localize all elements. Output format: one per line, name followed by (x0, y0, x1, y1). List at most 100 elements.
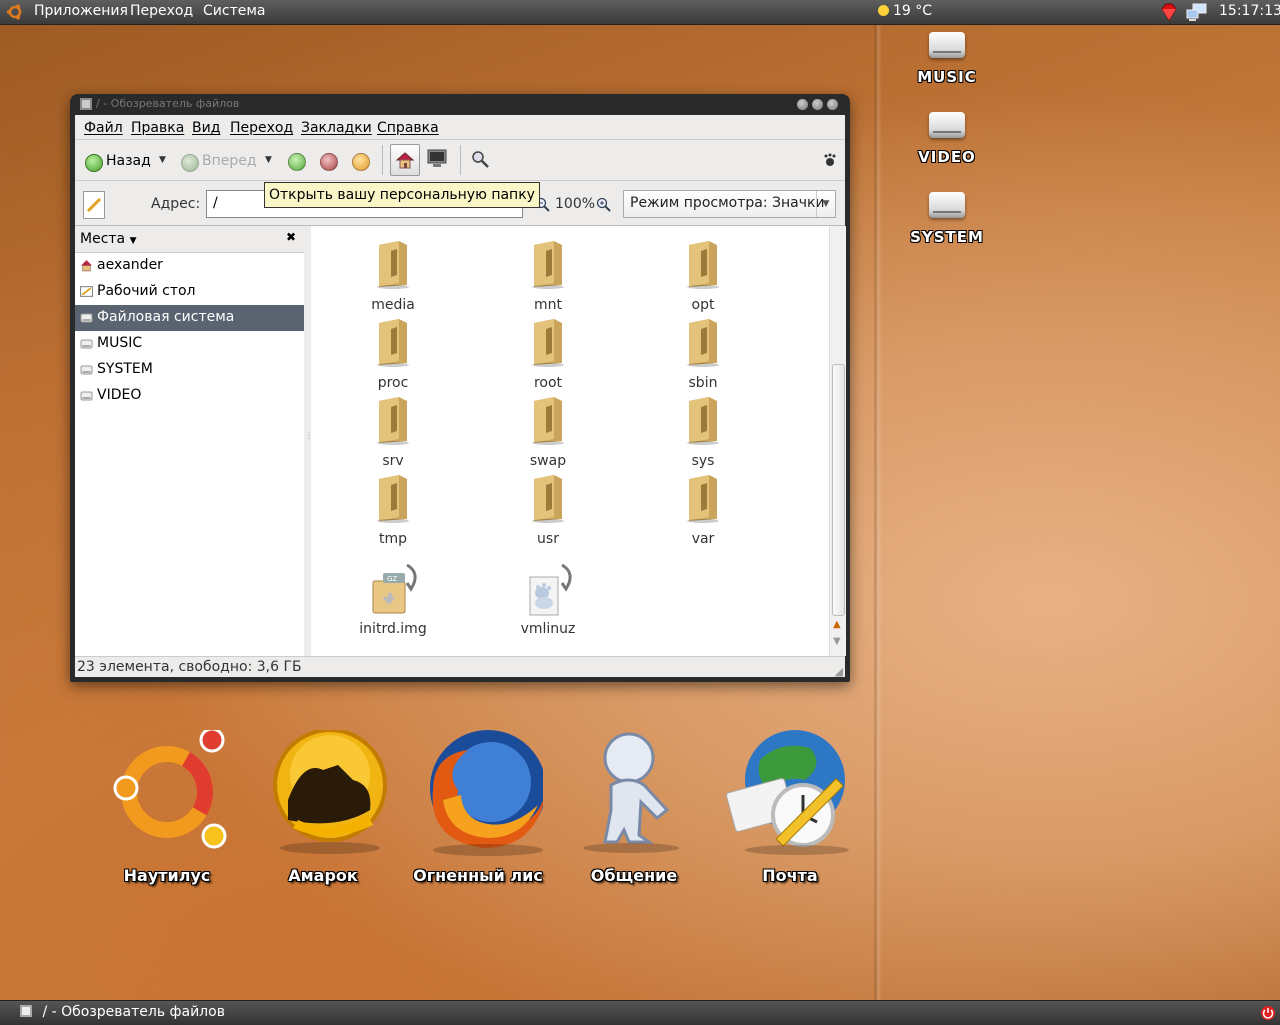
activity-footprint-icon (824, 153, 836, 166)
chevron-down-icon: ▼ (816, 191, 835, 217)
dock-item-mail[interactable]: Почта (715, 730, 865, 890)
scroll-up-icon[interactable]: ▲ (833, 619, 841, 630)
gem-icon[interactable] (1159, 2, 1179, 22)
dock-label: Огненный лис (413, 866, 543, 885)
dock-item-amarok[interactable]: Амарок (248, 728, 398, 890)
icon-view[interactable]: media mnt opt proc root sbin srv swap sy… (311, 226, 829, 656)
forward-button[interactable]: Вперед (179, 148, 259, 172)
file-item-opt[interactable]: opt (653, 241, 753, 313)
taskbar-window-button[interactable]: / - Обозреватель файлов (20, 1004, 225, 1020)
back-button[interactable]: Назад (83, 148, 163, 172)
file-item-swap[interactable]: swap (498, 397, 598, 469)
file-name: swap (529, 453, 567, 469)
file-item-tmp[interactable]: tmp (343, 475, 443, 547)
file-name: sys (691, 453, 715, 469)
maximize-button[interactable] (812, 99, 823, 110)
file-item-sys[interactable]: sys (653, 397, 753, 469)
home-button[interactable] (390, 144, 420, 176)
menu-system[interactable]: Система (203, 3, 265, 19)
menu-view[interactable]: Вид (192, 120, 220, 136)
file-item-root[interactable]: root (498, 319, 598, 391)
desktop-drive-system[interactable]: SYSTEM (897, 192, 997, 246)
harddrive-icon (80, 339, 93, 349)
close-button[interactable] (827, 99, 838, 110)
sidebar-item-home[interactable]: aexander (75, 253, 304, 279)
file-item-media[interactable]: media (343, 241, 443, 313)
file-item-sbin[interactable]: sbin (653, 319, 753, 391)
window-icon (20, 1005, 32, 1017)
folder-icon (377, 319, 409, 367)
drive-icon (929, 32, 965, 58)
sidebar-close-icon[interactable]: ✖ (286, 230, 296, 244)
file-item-mnt[interactable]: mnt (498, 241, 598, 313)
window-title: / - Обозреватель файлов (96, 97, 240, 110)
reload-button[interactable] (352, 153, 370, 171)
sidebar-item-desktop[interactable]: Рабочий стол (75, 279, 304, 305)
address-value: / (213, 195, 218, 211)
weather-applet[interactable]: 19 °C (878, 3, 932, 19)
menu-bookmarks[interactable]: Закладки (301, 120, 372, 136)
window-titlebar[interactable]: / - Обозреватель файлов (70, 94, 850, 114)
desktop-drive-video[interactable]: VIDEO (897, 112, 997, 166)
toggle-path-editor-button[interactable] (83, 191, 105, 219)
window-icon (80, 98, 92, 110)
mail-globe-clock-icon (726, 730, 849, 855)
menu-edit[interactable]: Правка (131, 120, 184, 136)
back-arrow-icon (85, 154, 103, 172)
ubuntu-menu-icon[interactable] (6, 3, 24, 21)
network-icon[interactable] (1186, 2, 1208, 22)
file-item-var[interactable]: var (653, 475, 753, 547)
file-name: tmp (378, 531, 407, 547)
view-mode-value: Режим просмотра: Значки (630, 195, 825, 211)
sidebar-item-label: SYSTEM (97, 361, 153, 377)
menu-applications[interactable]: Приложения (34, 3, 128, 19)
file-item-srv[interactable]: srv (343, 397, 443, 469)
pane-splitter[interactable]: ⋮ (304, 226, 313, 656)
zoom-in-icon[interactable] (595, 196, 611, 212)
view-mode-select[interactable]: Режим просмотра: Значки ▼ (623, 190, 836, 218)
sidebar-places-dropdown[interactable]: Места ▼ (80, 231, 137, 247)
stop-button[interactable] (320, 153, 338, 171)
dock-item-nautilus[interactable]: Наутилус (92, 727, 242, 890)
firefox-icon (430, 730, 546, 856)
file-item-usr[interactable]: usr (498, 475, 598, 547)
menu-places[interactable]: Переход (130, 3, 193, 19)
sidebar-item-video[interactable]: VIDEO (75, 383, 304, 409)
taskbar-window-title: / - Обозреватель файлов (42, 1004, 225, 1020)
sidebar-item-label: MUSIC (97, 335, 143, 351)
folder-icon (377, 475, 409, 523)
dock-item-firefox[interactable]: Огненный лис (403, 730, 553, 890)
dock-item-messaging[interactable]: Общение (559, 730, 709, 890)
status-text: 23 элемента, свободно: 3,6 ГБ (77, 659, 302, 675)
home-icon (395, 152, 415, 169)
file-item-proc[interactable]: proc (343, 319, 443, 391)
power-icon[interactable] (1260, 1005, 1276, 1021)
chevron-down-icon: ▼ (129, 236, 137, 246)
zoom-level[interactable]: 100% (555, 196, 595, 212)
file-item-vmlinuz[interactable]: vmlinuz (498, 559, 598, 637)
forward-history-dropdown[interactable]: ▼ (265, 155, 272, 165)
menu-file[interactable]: Файл (84, 120, 123, 136)
desktop-drive-music[interactable]: MUSIC (897, 32, 997, 86)
desktop-icon (80, 286, 93, 297)
vertical-scrollbar[interactable]: ▲ ▼ (829, 226, 846, 656)
computer-icon[interactable] (426, 148, 448, 170)
sidebar-title: Места (80, 231, 126, 247)
address-label: Адрес: (151, 196, 201, 212)
menu-help[interactable]: Справка (377, 120, 439, 136)
search-icon[interactable] (470, 149, 490, 169)
menu-go[interactable]: Переход (230, 120, 293, 136)
folder-icon (377, 397, 409, 445)
scrollbar-thumb[interactable] (832, 364, 845, 616)
sidebar-item-music[interactable]: MUSIC (75, 331, 304, 357)
file-item-initrd[interactable]: GZ initrd.img (343, 559, 443, 637)
sidebar-item-system[interactable]: SYSTEM (75, 357, 304, 383)
scroll-down-icon[interactable]: ▼ (833, 636, 841, 647)
clock[interactable]: 15:17:13 (1219, 3, 1280, 19)
back-history-dropdown[interactable]: ▼ (159, 155, 166, 165)
minimize-button[interactable] (797, 99, 808, 110)
sidebar-item-filesystem[interactable]: Файловая система (75, 305, 304, 331)
resize-grip-icon[interactable]: ◢ (835, 665, 843, 678)
drive-icon (929, 192, 965, 218)
up-button[interactable] (288, 153, 306, 171)
